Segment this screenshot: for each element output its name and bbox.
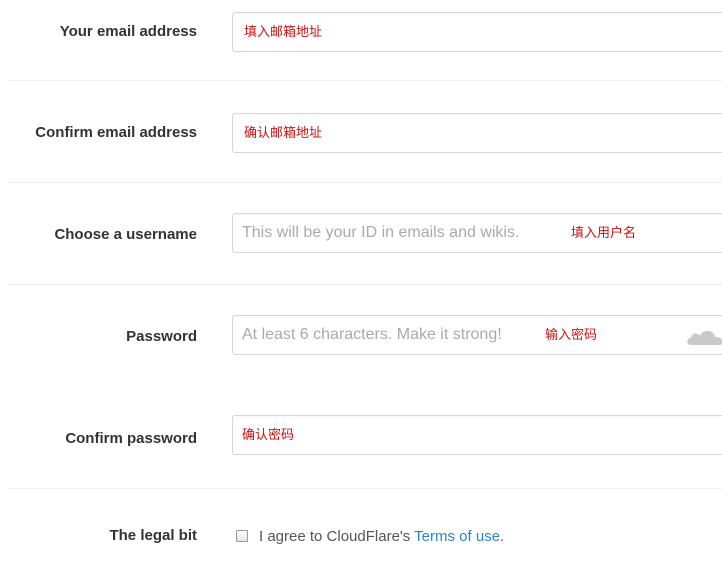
email-label: Your email address	[59, 23, 197, 40]
confirm-password-label: Confirm password	[65, 430, 197, 447]
username-label: Choose a username	[54, 226, 197, 243]
confirm-password-annotation: 确认密码	[242, 428, 295, 443]
confirm-password-field[interactable]: 确认密码	[232, 415, 722, 455]
password-placeholder: At least 6 characters. Make it strong!	[242, 326, 502, 343]
terms-checkbox[interactable]	[236, 530, 248, 542]
username-annotation: 填入用户名	[571, 226, 637, 241]
agree-prefix: I agree to CloudFlare's	[259, 528, 415, 545]
password-label: Password	[126, 328, 197, 345]
legal-label: The legal bit	[109, 527, 197, 544]
divider	[8, 488, 722, 489]
password-field[interactable]: At least 6 characters. Make it strong! 输…	[232, 315, 722, 355]
agree-suffix: .	[500, 528, 505, 545]
email-row: Your email address 填入邮箱地址	[0, 0, 722, 80]
confirm-email-field[interactable]: 确认邮箱地址	[232, 113, 722, 153]
confirm-password-row: Confirm password 确认密码	[0, 386, 722, 488]
signup-form: Your email address 填入邮箱地址 Confirm email …	[0, 0, 722, 583]
username-field[interactable]: This will be your ID in emails and wikis…	[232, 213, 722, 253]
email-field[interactable]: 填入邮箱地址	[232, 12, 722, 52]
username-placeholder: This will be your ID in emails and wikis…	[242, 224, 520, 241]
confirm-email-annotation: 确认邮箱地址	[244, 126, 323, 141]
cloud-icon	[687, 330, 722, 345]
legal-row: The legal bit I agree to CloudFlare's Te…	[0, 526, 722, 550]
agree-text: I agree to CloudFlare's Terms of use.	[259, 528, 504, 546]
username-row: Choose a username This will be your ID i…	[0, 182, 722, 284]
password-annotation: 输入密码	[545, 328, 598, 343]
email-annotation: 填入邮箱地址	[244, 25, 323, 40]
terms-of-use-link[interactable]: Terms of use	[414, 528, 500, 545]
confirm-email-label: Confirm email address	[35, 124, 197, 141]
password-row: Password At least 6 characters. Make it …	[0, 284, 722, 386]
confirm-email-row: Confirm email address 确认邮箱地址	[0, 80, 722, 182]
